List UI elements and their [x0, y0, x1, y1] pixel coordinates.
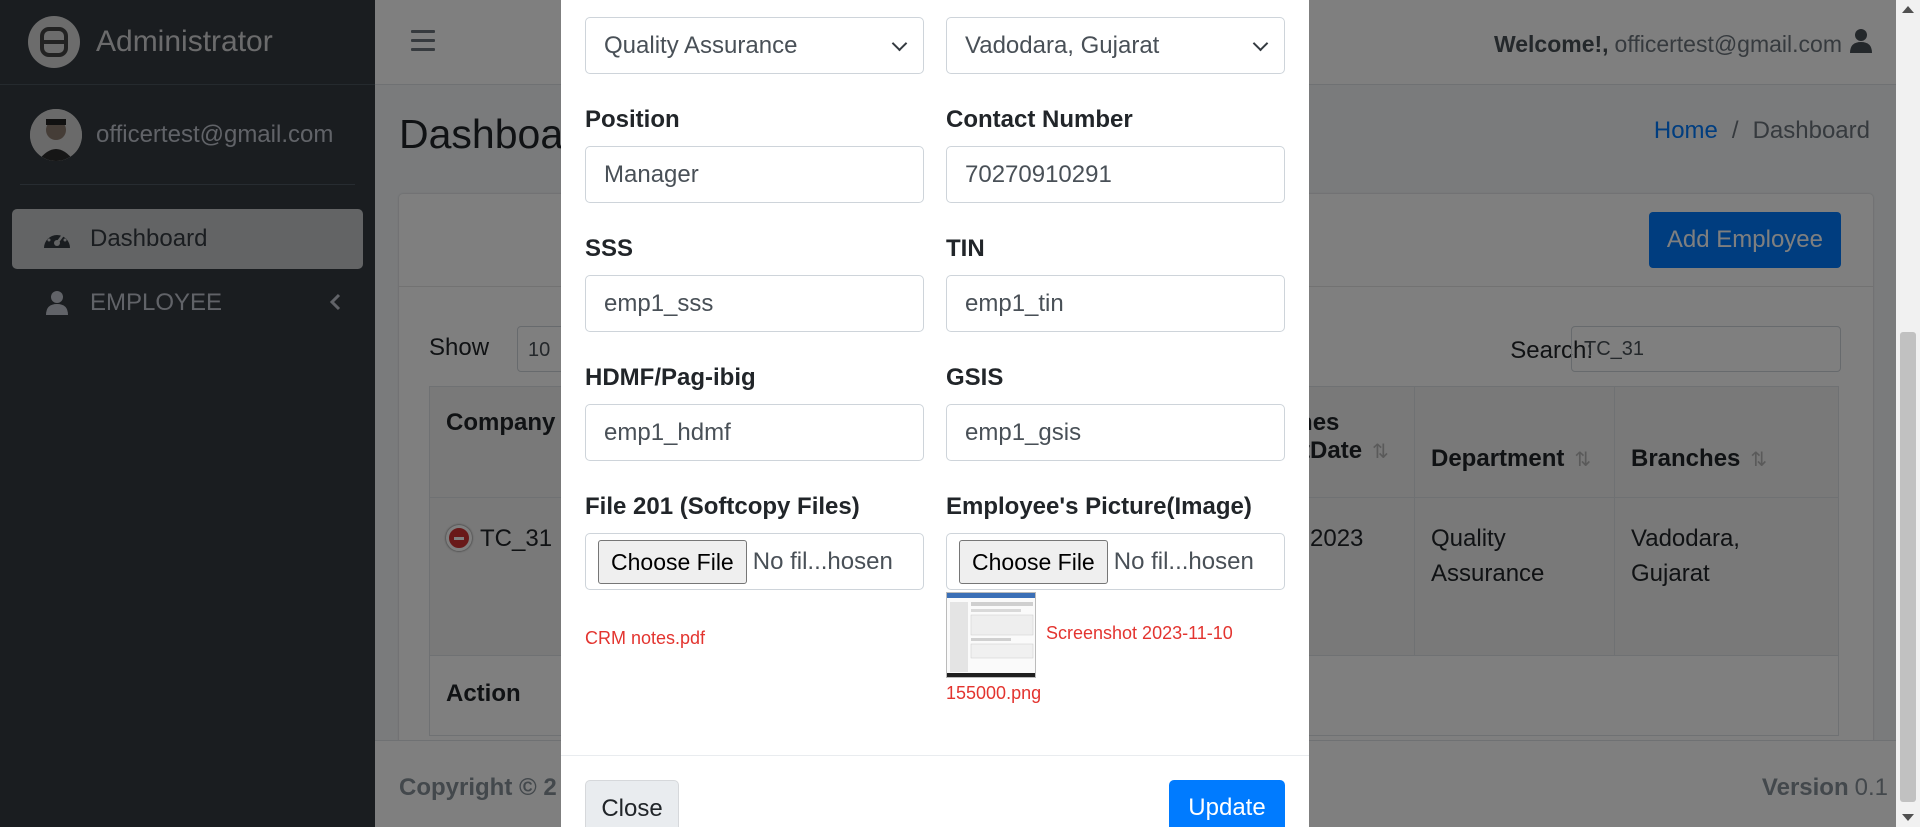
- picture-file-input[interactable]: Choose File No fil...hosen: [946, 533, 1285, 590]
- contact-number-label: Contact Number: [946, 106, 1133, 133]
- scroll-down-arrow-icon[interactable]: [1902, 814, 1914, 821]
- file201-label: File 201 (Softcopy Files): [585, 493, 860, 520]
- edit-employee-modal: Quality Assurance Vadodara, Gujarat Posi…: [561, 0, 1309, 827]
- sss-label: SSS: [585, 235, 634, 262]
- no-file-chosen-text: No fil...hosen: [1113, 547, 1254, 575]
- picture-link-continued[interactable]: 155000.png: [946, 683, 1041, 704]
- contact-number-input[interactable]: 70270910291: [946, 146, 1285, 203]
- tin-label: TIN: [946, 235, 985, 262]
- tin-input[interactable]: emp1_tin: [946, 275, 1285, 332]
- position-label: Position: [585, 106, 680, 133]
- scroll-up-arrow-icon[interactable]: [1902, 6, 1914, 13]
- gsis-input[interactable]: emp1_gsis: [946, 404, 1285, 461]
- choose-file-button[interactable]: Choose File: [959, 539, 1108, 584]
- file201-link[interactable]: CRM notes.pdf: [585, 628, 705, 649]
- employee-picture-label: Employee's Picture(Image): [946, 493, 1252, 520]
- scrollbar-thumb[interactable]: [1900, 332, 1916, 802]
- close-button[interactable]: Close: [585, 780, 679, 827]
- department-select[interactable]: Quality Assurance: [585, 17, 924, 74]
- update-button[interactable]: Update: [1169, 780, 1285, 827]
- hdmf-label: HDMF/Pag-ibig: [585, 364, 756, 391]
- employee-picture-thumbnail[interactable]: [946, 592, 1036, 678]
- scrollbar[interactable]: [1896, 0, 1920, 827]
- modal-footer: Close Update: [561, 755, 1309, 827]
- choose-file-button[interactable]: Choose File: [598, 539, 747, 584]
- gsis-label: GSIS: [946, 364, 1004, 391]
- picture-link[interactable]: Screenshot 2023-11-10: [1046, 623, 1233, 644]
- sss-input[interactable]: emp1_sss: [585, 275, 924, 332]
- branch-select[interactable]: Vadodara, Gujarat: [946, 17, 1285, 74]
- file201-file-input[interactable]: Choose File No fil...hosen: [585, 533, 924, 590]
- no-file-chosen-text: No fil...hosen: [752, 547, 893, 575]
- hdmf-input[interactable]: emp1_hdmf: [585, 404, 924, 461]
- position-input[interactable]: Manager: [585, 146, 924, 203]
